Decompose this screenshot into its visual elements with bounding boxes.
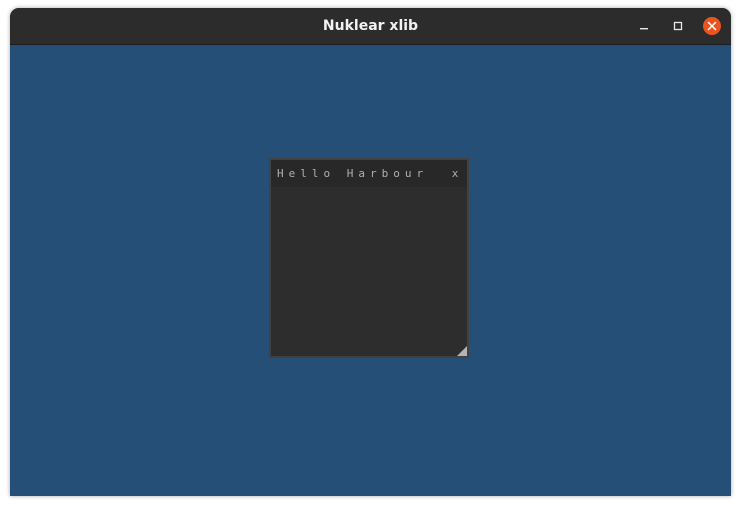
panel-title: Hello Harbour <box>277 167 429 180</box>
canvas-area: Hello Harbour x <box>10 45 731 496</box>
close-icon <box>707 21 717 31</box>
maximize-button[interactable] <box>669 17 687 35</box>
maximize-icon <box>673 21 683 31</box>
app-window: Nuklear xlib Hello Harbour x <box>10 8 731 496</box>
panel-close-button[interactable]: x <box>449 160 461 187</box>
window-title: Nuklear xlib <box>322 18 419 34</box>
panel-header[interactable]: Hello Harbour x <box>271 160 467 187</box>
minimize-button[interactable] <box>635 17 653 35</box>
titlebar[interactable]: Nuklear xlib <box>10 8 731 45</box>
close-button[interactable] <box>703 17 721 35</box>
resize-grip-icon[interactable] <box>457 346 467 356</box>
minimize-icon <box>640 28 648 30</box>
nuklear-panel[interactable]: Hello Harbour x <box>269 158 469 358</box>
